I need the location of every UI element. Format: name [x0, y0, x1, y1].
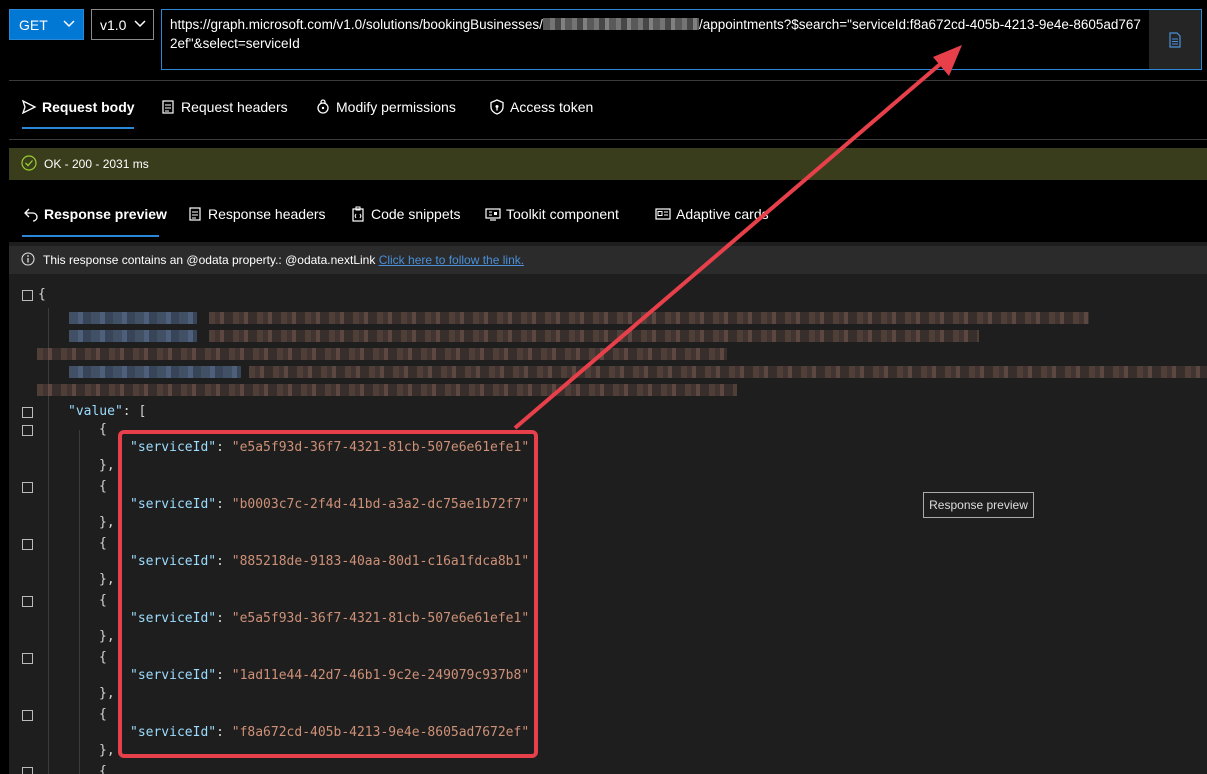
annotation-arrow [513, 45, 962, 430]
